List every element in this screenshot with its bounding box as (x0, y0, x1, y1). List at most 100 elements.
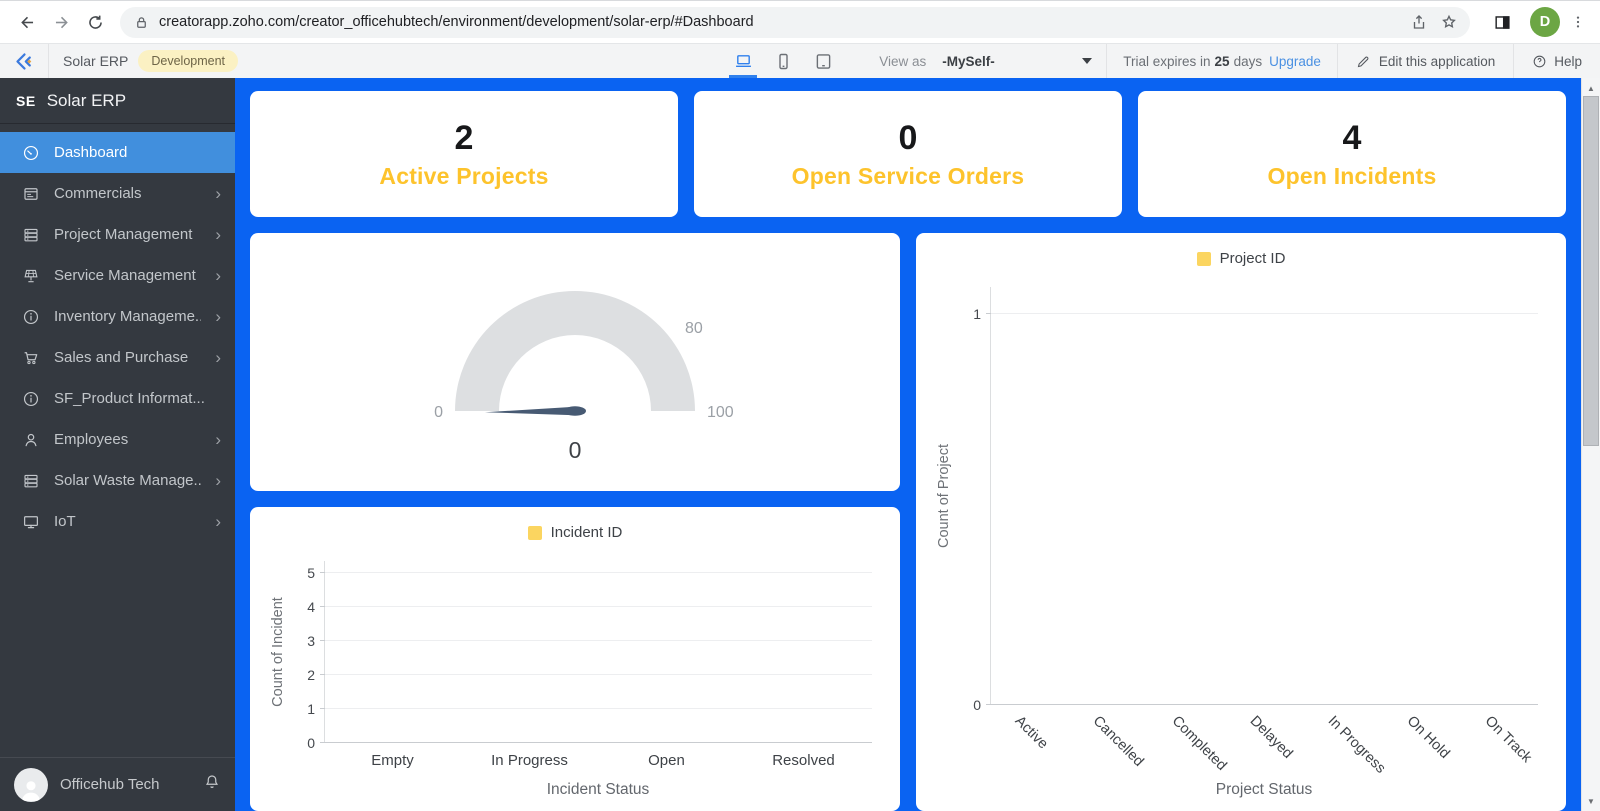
chevron-right-icon: › (215, 184, 221, 203)
gauge-tick-80: 80 (685, 320, 703, 337)
sidebar-item-solar-waste-manage[interactable]: Solar Waste Manage... › (0, 460, 235, 501)
stat-value: 4 (1342, 118, 1362, 157)
view-as-value: -MySelf- (942, 53, 995, 69)
gauge-chart: 0 80 100 (434, 290, 734, 421)
upgrade-link[interactable]: Upgrade (1269, 54, 1321, 69)
x-axis-labels: Empty In Progress Open Resolved (324, 743, 872, 777)
trial-prefix: Trial expires in (1123, 53, 1211, 69)
y-axis: 0 1 2 3 4 5 (290, 561, 324, 751)
zoho-creator-logo[interactable] (0, 44, 49, 78)
scrollbar-down-arrow[interactable]: ▼ (1582, 793, 1600, 809)
sidebar-item-label: Project Management (54, 226, 193, 243)
sidebar-item-iot[interactable]: IoT › (0, 501, 235, 542)
x-tick-label: Resolved (772, 752, 835, 769)
sidebar-item-inventory-manageme[interactable]: Inventory Manageme... › (0, 296, 235, 337)
edit-application-label: Edit this application (1378, 53, 1496, 69)
browser-forward-button[interactable] (44, 5, 78, 39)
phone-preview-button[interactable] (765, 44, 801, 78)
stat-card-active-projects: 2 Active Projects (250, 91, 678, 217)
sidebar-item-label: Solar Waste Manage... (54, 472, 202, 489)
sidebar-item-label: Commercials (54, 185, 142, 202)
info-icon (22, 308, 40, 326)
scrollbar-up-arrow[interactable]: ▲ (1582, 80, 1600, 96)
help-icon (1533, 55, 1546, 67)
chevron-right-icon: › (215, 225, 221, 244)
sidebar-item-label: Service Management (54, 267, 196, 284)
back-arrow-icon (20, 16, 33, 28)
toolbar-app-name: Solar ERP (63, 53, 129, 69)
chevron-down-icon (1082, 58, 1093, 64)
chevron-right-icon: › (215, 348, 221, 367)
dashboard-icon (22, 144, 40, 162)
help-label: Help (1554, 53, 1582, 69)
user-avatar (14, 767, 48, 802)
notifications-button[interactable] (203, 773, 221, 796)
trial-days: 25 (1214, 53, 1230, 69)
toolbar-right-group: View as -MySelf- Trial expires in 25 day… (879, 44, 1600, 78)
tablet-preview-button[interactable] (805, 44, 841, 78)
x-tick-label: Delayed (1246, 713, 1296, 762)
legend-label: Project ID (1219, 250, 1286, 267)
stat-label: Active Projects (379, 162, 549, 189)
legend-swatch (527, 525, 542, 540)
stat-value: 2 (454, 118, 474, 157)
sidebar-item-dashboard[interactable]: Dashboard (0, 132, 235, 173)
y-tick-label: 3 (307, 632, 315, 649)
view-as-select[interactable]: -MySelf- (942, 53, 1093, 69)
browser-back-button[interactable] (10, 5, 44, 39)
stack-icon (22, 226, 40, 244)
zoho-creator-logo-icon (15, 52, 31, 70)
lock-icon (137, 16, 146, 28)
y-axis: 01 (956, 287, 990, 713)
tablet-icon (816, 53, 830, 69)
side-panel-icon (1494, 15, 1510, 29)
sidebar-item-employees[interactable]: Employees › (0, 419, 235, 460)
sidebar-item-label: Inventory Manageme... (54, 308, 202, 325)
plot-area (986, 287, 1538, 705)
legend-swatch (1196, 251, 1211, 266)
trial-status: Trial expires in 25 days Upgrade (1107, 44, 1337, 78)
chevron-right-icon: › (215, 307, 221, 326)
dashboard-main: 2 Active Projects 0 Open Service Orders … (235, 78, 1581, 811)
side-panel-button[interactable] (1486, 6, 1518, 38)
x-tick-label: On Hold (1403, 713, 1453, 762)
y-tick-label: 4 (307, 598, 315, 615)
legend-label: Incident ID (550, 524, 623, 541)
incident-bar-chart-card: Incident ID Count of Incident 0 1 2 3 4 5 Emp… (250, 507, 900, 811)
y-tick-label: 1 (973, 306, 981, 323)
sidebar-item-service-management[interactable]: Service Management › (0, 255, 235, 296)
bookmark-button[interactable] (1434, 7, 1464, 37)
sidebar-footer: Officehub Tech (0, 757, 235, 811)
browser-menu-button[interactable] (1566, 6, 1590, 38)
x-axis-title: Project Status (1215, 781, 1313, 798)
share-button[interactable] (1404, 7, 1434, 37)
x-tick-label: Open (648, 752, 685, 769)
sidebar: SE Solar ERP Dashboard Commercials › Projec… (0, 78, 235, 811)
sidebar-item-project-management[interactable]: Project Management › (0, 214, 235, 255)
page-scrollbar[interactable]: ▲ ▼ (1581, 78, 1600, 811)
browser-profile-avatar[interactable]: D (1530, 7, 1560, 37)
help-button[interactable]: Help (1514, 44, 1600, 78)
sidebar-item-commercials[interactable]: Commercials › (0, 173, 235, 214)
scrollbar-thumb[interactable] (1583, 96, 1599, 446)
gauge-chart-card: 0 80 100 0 (250, 233, 900, 491)
info-icon (22, 390, 40, 408)
sidebar-header: SE Solar ERP (0, 78, 235, 124)
chart-legend: Incident ID (266, 507, 884, 547)
sidebar-item-sf-product-informat[interactable]: SF_Product Informat... (0, 378, 235, 419)
address-bar[interactable]: creatorapp.zoho.com/creator_officehubtec… (120, 6, 1470, 38)
project-bar-chart-card: Project ID Count of Project 01 Active Can… (916, 233, 1566, 811)
app-logo-initials: SE (16, 92, 36, 109)
stack-icon (22, 472, 40, 490)
form-icon (22, 185, 40, 203)
edit-application-button[interactable]: Edit this application (1338, 44, 1513, 78)
sidebar-nav: Dashboard Commercials › Project Management ›… (0, 124, 235, 757)
browser-reload-button[interactable] (78, 5, 112, 39)
sidebar-item-label: SF_Product Informat... (54, 390, 205, 407)
star-icon (1442, 14, 1456, 28)
desktop-preview-button[interactable] (725, 44, 761, 78)
sidebar-item-label: Sales and Purchase (54, 349, 189, 366)
stat-label: Open Incidents (1267, 162, 1437, 189)
sidebar-item-sales-and-purchase[interactable]: Sales and Purchase › (0, 337, 235, 378)
solar-panel-icon (22, 267, 40, 285)
